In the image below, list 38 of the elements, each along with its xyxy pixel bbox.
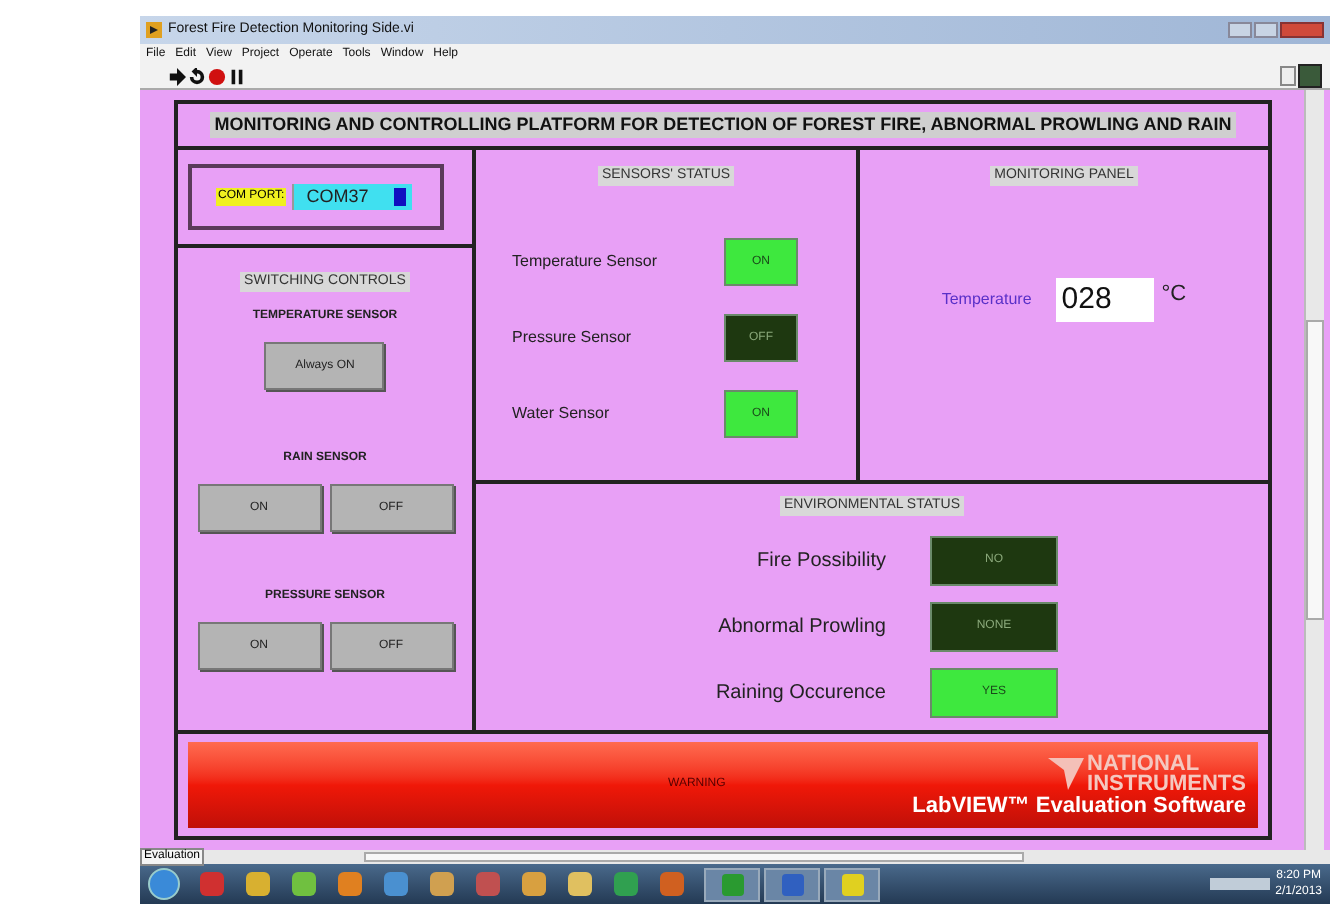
maximize-button[interactable] bbox=[1254, 22, 1278, 38]
sensor-label: Water Sensor bbox=[512, 402, 612, 426]
unit-label: °C bbox=[1161, 280, 1187, 310]
sensor-label: Pressure Sensor bbox=[512, 326, 634, 350]
taskbar-app-icon[interactable] bbox=[382, 870, 410, 898]
taskbar-app-icon[interactable] bbox=[612, 870, 640, 898]
temperature-display: 028 bbox=[1055, 278, 1154, 322]
brand-name: INSTRUMENTS bbox=[1087, 773, 1246, 793]
active-taskbar-button[interactable] bbox=[824, 867, 880, 901]
vi-connector-icon bbox=[1298, 64, 1322, 88]
help-icon[interactable] bbox=[1280, 66, 1296, 86]
start-button[interactable] bbox=[148, 868, 180, 900]
com-port-selector[interactable]: COM37 bbox=[292, 184, 413, 210]
minimize-button[interactable] bbox=[1228, 22, 1252, 38]
status-label: Abnormal Prowling bbox=[716, 614, 886, 642]
eagle-logo-icon bbox=[1047, 757, 1084, 789]
taskbar-app-icon[interactable] bbox=[244, 870, 272, 898]
taskbar-app-icon[interactable] bbox=[658, 870, 686, 898]
sensor-label: Temperature Sensor bbox=[512, 250, 659, 274]
labview-vi-icon bbox=[146, 22, 162, 38]
taskbar-app-icon[interactable] bbox=[290, 870, 318, 898]
close-button[interactable] bbox=[1280, 22, 1324, 38]
brand-name: NATIONAL bbox=[1087, 753, 1200, 773]
taskbar-app-icon[interactable] bbox=[428, 870, 456, 898]
evaluation-notice: LabVIEW™ Evaluation Software bbox=[912, 793, 1246, 817]
platform-heading: MONITORING AND CONTROLLING PLATFORM FOR DETECTION OF FOREST FIRE, ABNORMAL PROWLING AND RAIN bbox=[210, 111, 1236, 139]
run-arrow-icon[interactable] bbox=[168, 67, 186, 85]
status-label: Fire Possibility bbox=[755, 548, 886, 576]
active-taskbar-button[interactable] bbox=[764, 867, 820, 901]
active-taskbar-button[interactable] bbox=[704, 867, 760, 901]
taskbar-app-icon[interactable] bbox=[566, 870, 594, 898]
continuous-run-icon[interactable] bbox=[188, 67, 206, 85]
pause-icon[interactable] bbox=[228, 67, 246, 85]
temperature-label: Temperature bbox=[941, 288, 1032, 312]
taskbar-app-icon[interactable] bbox=[336, 870, 364, 898]
taskbar-app-icon[interactable] bbox=[520, 870, 548, 898]
status-label: Raining Occurence bbox=[713, 680, 886, 708]
abort-icon[interactable] bbox=[208, 67, 226, 85]
